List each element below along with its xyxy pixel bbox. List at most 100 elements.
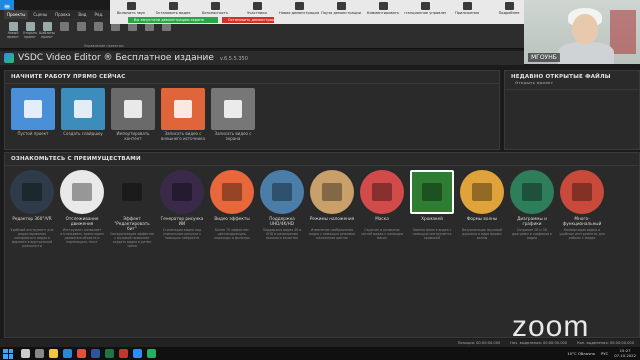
task-view-icon[interactable] (35, 349, 44, 358)
feature-icon (110, 170, 154, 214)
feature-card[interactable]: Режимы наложения Изменение изображения ви… (309, 170, 355, 249)
feature-card[interactable]: Отслеживание движения Инструмент позволяе… (59, 170, 105, 249)
feature-card[interactable]: Диаграммы и графики Создание 2D и 3D диаг… (509, 170, 555, 249)
feature-card[interactable]: Эффект "Редактировать бит" Синхронизация … (109, 170, 155, 249)
feature-card[interactable]: Формы волны Визуализация звуковой дорожки… (459, 170, 505, 249)
recent-panel: НЕДАВНО ОТКРЫТЫЕ ФАЙЛЫ Открыть проект (504, 70, 640, 150)
screen: ≡ Проекты Сцены Правка Вид Ред. Управление п… (0, 0, 640, 360)
vsdc-logo-icon (4, 53, 14, 63)
feature-card[interactable]: Поддержка UHD/4K/HD Поддержка видео 4K и … (259, 170, 305, 249)
app-version: v.6.5.5.350 (219, 56, 248, 62)
ribbon-button-icon (59, 22, 69, 31)
feature-icon (60, 170, 104, 214)
zoom-toolbar-item[interactable]: Включить звук (110, 2, 152, 15)
zoom-item-label: Новая демонстрация (279, 11, 319, 15)
start-tile-thumbnail (61, 88, 105, 130)
zoom-item-icon (252, 2, 262, 10)
clock-date: 07.10.2022 (614, 352, 636, 358)
zoom-item-icon (378, 2, 388, 10)
excel-icon[interactable] (105, 349, 114, 358)
ribbon-tabs: Проекты Сцены Правка Вид Ред. (0, 10, 110, 19)
zoom-toolbar-item[interactable]: Приложения (446, 2, 488, 15)
zoom-toolbar-item[interactable]: Дистанционное управление (404, 2, 446, 15)
ribbon-button[interactable]: Новый проект (4, 22, 22, 42)
feature-card[interactable]: Маска Скрытие и размытие частей видео с п… (359, 170, 405, 249)
start-tile[interactable]: Записать видео с внешнего источника (161, 88, 205, 141)
feature-card[interactable]: Генератор рисунка ИИ Стилизация видео под… (159, 170, 205, 249)
ribbon-button[interactable] (157, 22, 175, 42)
ribbon-button[interactable]: Шаблоны проект (38, 22, 56, 42)
feature-icon (410, 170, 454, 214)
ribbon-tab[interactable]: Сцены (30, 10, 50, 19)
ribbon-button[interactable] (140, 22, 158, 42)
vsdc-icon[interactable] (147, 349, 156, 358)
feature-glyph (122, 183, 142, 201)
ribbon-button-icon (93, 22, 103, 31)
open-project-link[interactable]: Открыть проект (515, 80, 553, 85)
feature-description: Замена фона в видео с помощью инструмент… (412, 228, 452, 240)
webcam-video: МГОУНБ (524, 0, 640, 64)
start-panel-heading: НАЧНИТЕ РАБОТУ ПРЯМО СЕЙЧАС (5, 71, 499, 84)
ribbon-button-label: Новый проект (7, 31, 19, 39)
weather-text[interactable]: 10°C Облачно (567, 351, 595, 356)
language-indicator[interactable]: РУС (601, 351, 608, 356)
clock[interactable]: 15:27 07.10.2022 (614, 348, 636, 358)
search-icon[interactable] (21, 349, 30, 358)
zoom-toolbar-item[interactable]: Участники (236, 2, 278, 15)
ribbon-button[interactable] (106, 22, 124, 42)
feature-icon (210, 170, 254, 214)
start-tile-label: Импортировать контент (116, 131, 150, 141)
ribbon-button[interactable] (123, 22, 141, 42)
zoom-item-icon (420, 2, 430, 10)
feature-glyph (522, 183, 542, 201)
ribbon-tab[interactable]: Ред. (91, 10, 106, 19)
edge-icon[interactable] (63, 349, 72, 358)
zoom-item-icon (210, 2, 220, 10)
zoom-toolbar-item[interactable]: Остановить видео (152, 2, 194, 15)
start-tile[interactable]: Пустой проект (11, 88, 55, 141)
zoom-icon[interactable] (133, 349, 142, 358)
zoom-toolbar-item[interactable]: Новая демонстрация (278, 2, 320, 15)
start-tile-label: Записать видео с внешнего источника (161, 131, 206, 141)
sharing-notice: Вы запустили демонстрацию экрана (128, 17, 218, 23)
windows-start-icon[interactable] (3, 348, 13, 359)
start-tile-icon (224, 100, 242, 118)
ribbon-button[interactable] (55, 22, 73, 42)
start-tile[interactable]: Записать видео с экрана (211, 88, 255, 141)
zoom-toolbar-item[interactable]: Пауза демонстрации (320, 2, 362, 15)
ribbon-button[interactable]: Открыть проект (21, 22, 39, 42)
feature-card[interactable]: Видео эффекты Более 70 эффектов: цветокор… (209, 170, 255, 249)
start-tiles: Пустой проект Создать слайдшоу Импортирова… (5, 84, 499, 145)
ribbon-tab[interactable]: Проекты (4, 10, 29, 19)
chrome-icon[interactable] (77, 349, 86, 358)
feature-card[interactable]: Много-функциональный Конвертация видео и … (559, 170, 605, 249)
feature-card[interactable]: Редактор 360°/VR Удобный инструмент для р… (9, 170, 55, 249)
ribbon-button[interactable] (72, 22, 90, 42)
participant-body (558, 42, 614, 64)
feature-description: Поддержка видео 4K и UHD и разрешения вы… (262, 228, 302, 240)
start-tile-label: Создать слайдшоу (63, 131, 103, 136)
zoom-item-icon (504, 2, 514, 10)
zoom-toolbar-item[interactable]: Комментировать (362, 2, 404, 15)
start-tile[interactable]: Создать слайдшоу (61, 88, 105, 141)
zoom-toolbar-item[interactable]: Безопасность (194, 2, 236, 15)
start-tile[interactable]: Импортировать контент (111, 88, 155, 141)
ribbon-tab[interactable]: Правка (52, 10, 73, 19)
system-tray: 10°C Облачно РУС 15:27 07.10.2022 (567, 348, 640, 358)
start-tile-icon (174, 100, 192, 118)
acrobat-icon[interactable] (119, 349, 128, 358)
feature-glyph (422, 183, 442, 201)
stop-share-button[interactable]: Остановить демонстрацию (222, 17, 274, 23)
explorer-icon[interactable] (49, 349, 58, 358)
feature-icon (460, 170, 504, 214)
word-icon[interactable] (91, 349, 100, 358)
ribbon-button[interactable] (89, 22, 107, 42)
features-list: Редактор 360°/VR Удобный инструмент для р… (5, 166, 639, 253)
zoom-item-label: Дистанционное управление (404, 11, 446, 15)
feature-card[interactable]: Хромакей Замена фона в видео с помощью ин… (409, 170, 455, 249)
feature-name: Диаграммы и графики (517, 216, 547, 226)
ribbon-tab[interactable]: Вид (75, 10, 89, 19)
feature-name: Эффект "Редактировать бит" (114, 216, 150, 231)
feature-icon (310, 170, 354, 214)
feature-glyph (222, 183, 242, 201)
